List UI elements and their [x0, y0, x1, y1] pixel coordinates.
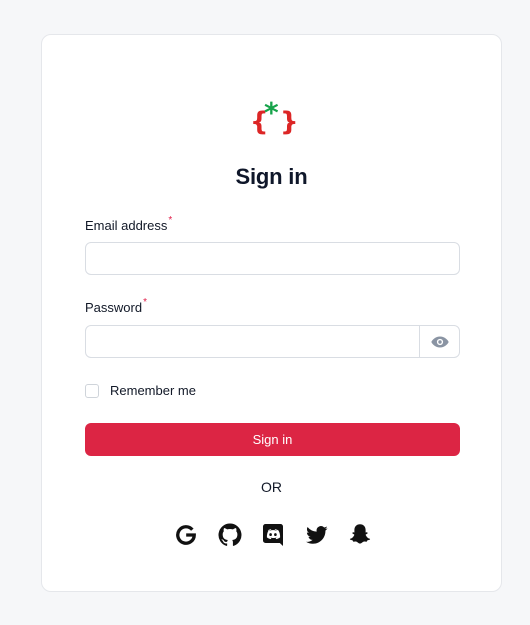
sign-in-card: { * } Sign in Email address* Password* R…	[41, 34, 502, 592]
password-field[interactable]	[86, 326, 419, 357]
logo-right-brace: }	[280, 107, 297, 135]
sign-in-button[interactable]: Sign in	[85, 423, 460, 456]
logo-asterisk: *	[264, 96, 279, 129]
snapchat-icon	[349, 524, 371, 544]
snapchat-login-button[interactable]	[347, 522, 373, 548]
email-label-text: Email address	[85, 218, 168, 233]
twitter-login-button[interactable]	[304, 522, 330, 548]
discord-login-button[interactable]	[260, 522, 286, 548]
password-label-text: Password	[85, 300, 143, 315]
brace-asterisk-logo: { * }	[250, 96, 297, 135]
remember-me-checkbox[interactable]	[85, 383, 99, 398]
github-icon	[217, 523, 241, 546]
twitter-icon	[305, 526, 328, 544]
discord-icon	[263, 524, 283, 546]
github-login-button[interactable]	[217, 522, 243, 548]
eye-icon	[430, 336, 449, 347]
google-login-button[interactable]	[173, 522, 199, 548]
or-divider: OR	[261, 479, 282, 495]
page-title: Sign in	[235, 164, 308, 189]
email-label: Email address*	[85, 215, 173, 233]
email-field[interactable]	[85, 242, 460, 275]
password-label: Password*	[85, 297, 147, 315]
password-field-wrapper	[85, 325, 460, 358]
show-password-button[interactable]	[419, 326, 459, 357]
required-marker: *	[143, 297, 147, 308]
social-login-row	[173, 522, 373, 548]
required-marker: *	[168, 215, 173, 226]
remember-me-row: Remember me	[85, 383, 196, 398]
remember-me-label[interactable]: Remember me	[110, 383, 196, 398]
google-icon	[176, 525, 196, 545]
